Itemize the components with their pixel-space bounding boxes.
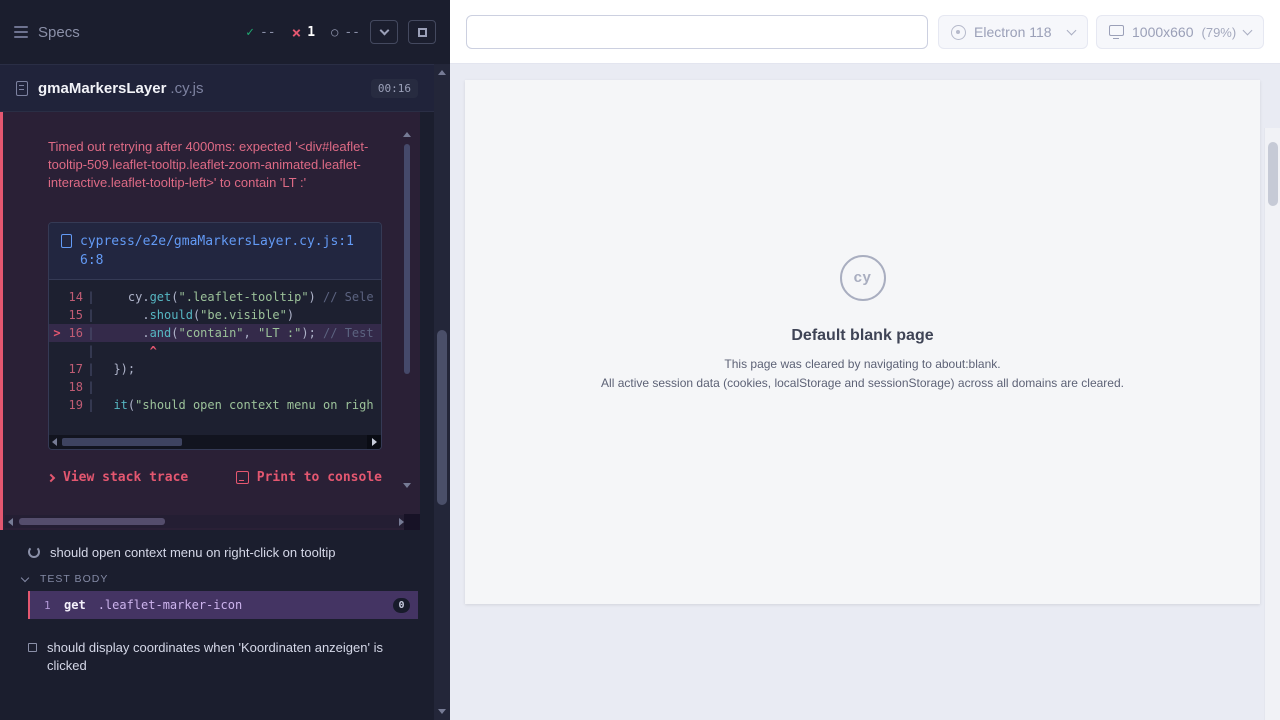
spec-name: gmaMarkersLayer — [38, 80, 166, 97]
scrollbar-thumb[interactable] — [19, 518, 165, 525]
code-horizontal-scrollbar — [49, 435, 381, 449]
code-line: 14| cy.get(".leaflet-tooltip") // Sele — [49, 288, 381, 306]
chevron-down-icon — [379, 26, 389, 36]
pending-square-icon — [28, 643, 37, 652]
viewport-selector[interactable]: 1000x660 (79%) — [1096, 15, 1264, 49]
command-message: .leaflet-marker-icon — [98, 598, 243, 612]
cypress-logo: cy — [840, 255, 886, 301]
spec-header: gmaMarkersLayer .cy.js 00:16 — [0, 64, 434, 112]
viewport-size: 1000x660 — [1132, 24, 1194, 40]
app-under-test-area: Electron 118 1000x660 (79%) cy Default b… — [450, 0, 1280, 720]
specs-label: Specs — [38, 24, 80, 41]
code-line: 19| it("should open context menu on righ — [49, 396, 381, 414]
scroll-right-arrow-icon — [372, 438, 377, 446]
reporter-scrollbar — [434, 64, 450, 720]
scrollbar-thumb[interactable] — [437, 330, 447, 505]
failed-count: 1 — [307, 25, 315, 40]
spec-file-icon — [16, 81, 28, 96]
stat-failed: × 1 — [292, 25, 315, 40]
error-actions: View stack trace Print to console — [48, 470, 382, 485]
browser-selector[interactable]: Electron 118 — [938, 15, 1088, 49]
test-item-pending[interactable]: should display coordinates when 'Koordin… — [28, 639, 400, 675]
page-scrollbar — [1264, 128, 1280, 720]
url-toolbar: Electron 118 1000x660 (79%) — [450, 0, 1280, 64]
console-icon — [236, 471, 249, 484]
code-line: 15| .should("be.visible") — [49, 306, 381, 324]
scroll-down-arrow-icon[interactable] — [403, 483, 411, 488]
reporter-sidebar: Specs ✓ -- × 1 ○ -- gmaMarkersLayer .cy.… — [0, 0, 450, 720]
viewport-icon — [1109, 25, 1124, 36]
scrollbar-thumb[interactable] — [404, 144, 410, 374]
command-count-badge: 0 — [393, 598, 410, 613]
electron-browser-icon — [951, 25, 966, 40]
test-body-toggle[interactable]: TEST BODY — [22, 573, 108, 585]
stat-pending: ○ -- — [331, 25, 360, 40]
scroll-left-arrow-icon[interactable] — [52, 438, 57, 446]
view-stack-trace-label: View stack trace — [63, 470, 188, 485]
spec-extension: .cy.js — [170, 80, 203, 97]
pending-circle-icon: ○ — [331, 25, 338, 39]
viewport-zoom: (79%) — [1202, 25, 1237, 40]
test-title: should open context menu on right-click … — [50, 544, 335, 562]
scroll-left-arrow-icon[interactable] — [8, 518, 13, 526]
spec-duration: 00:16 — [371, 79, 418, 98]
command-log-row[interactable]: 1 get .leaflet-marker-icon 0 — [28, 591, 418, 619]
command-method: get — [64, 598, 86, 612]
scroll-down-arrow-icon[interactable] — [438, 709, 446, 714]
blank-page-line-1: This page was cleared by navigating to a… — [724, 357, 1000, 371]
test-title: should display coordinates when 'Koordin… — [47, 639, 400, 675]
error-vertical-scrollbar — [403, 132, 411, 488]
code-line: 17| }); — [49, 360, 381, 378]
reporter-header: Specs ✓ -- × 1 ○ -- — [0, 0, 450, 64]
code-line: 18| — [49, 378, 381, 396]
scrollbar-thumb[interactable] — [62, 438, 182, 446]
scroll-up-arrow-icon[interactable] — [403, 132, 411, 137]
code-line: >16| .and("contain", "LT :"); // Test — [49, 324, 381, 342]
test-stats: ✓ -- × 1 ○ -- — [246, 25, 360, 40]
scroll-up-arrow-icon[interactable] — [438, 70, 446, 75]
print-to-console-button[interactable]: Print to console — [236, 470, 382, 485]
failed-cross-icon: × — [292, 26, 302, 39]
collapse-all-button[interactable] — [370, 20, 398, 44]
command-number: 1 — [30, 599, 64, 612]
stat-passed: ✓ -- — [246, 25, 275, 40]
runnables-list: Timed out retrying after 4000ms: expecte… — [0, 112, 434, 720]
error-message: Timed out retrying after 4000ms: expecte… — [48, 138, 380, 192]
chevron-down-icon — [1243, 25, 1253, 35]
stop-run-button[interactable] — [408, 20, 436, 44]
browser-label: Electron 118 — [974, 24, 1052, 40]
stop-icon — [418, 28, 427, 37]
failed-attempt-panel: Timed out retrying after 4000ms: expecte… — [0, 112, 420, 530]
blank-page-line-2: All active session data (cookies, localS… — [601, 376, 1124, 390]
blank-page-title: Default blank page — [791, 327, 933, 345]
chevron-right-icon — [47, 473, 55, 481]
chevron-down-icon — [21, 573, 29, 581]
scrollbar-thumb[interactable] — [1268, 142, 1278, 206]
code-lines: 14| cy.get(".leaflet-tooltip") // Sele15… — [49, 280, 381, 416]
aut-iframe-panel: cy Default blank page This page was clea… — [465, 80, 1260, 604]
print-to-console-label: Print to console — [257, 470, 382, 485]
passed-count: -- — [260, 25, 276, 40]
test-body-label: TEST BODY — [40, 573, 108, 585]
error-horizontal-scrollbar — [5, 515, 407, 528]
code-frame: cypress/e2e/gmaMarkersLayer.cy.js:16:8 1… — [48, 222, 382, 450]
running-spinner-icon — [28, 546, 40, 558]
passed-check-icon: ✓ — [246, 25, 254, 40]
view-stack-trace-button[interactable]: View stack trace — [48, 470, 188, 485]
pending-count: -- — [344, 25, 360, 40]
scrollbar-corner — [404, 514, 420, 530]
specs-menu-button[interactable]: Specs — [14, 24, 80, 41]
code-line: | ^ — [49, 342, 381, 360]
scroll-right-arrow[interactable] — [367, 435, 381, 449]
aut-stage: cy Default blank page This page was clea… — [450, 64, 1280, 720]
chevron-down-icon — [1067, 25, 1077, 35]
file-icon — [61, 234, 72, 248]
url-input[interactable] — [466, 15, 928, 49]
code-frame-file-link[interactable]: cypress/e2e/gmaMarkersLayer.cy.js:16:8 — [80, 232, 369, 270]
test-item-running[interactable]: should open context menu on right-click … — [28, 544, 335, 562]
code-frame-header[interactable]: cypress/e2e/gmaMarkersLayer.cy.js:16:8 — [49, 223, 381, 280]
specs-list-icon — [14, 26, 28, 38]
